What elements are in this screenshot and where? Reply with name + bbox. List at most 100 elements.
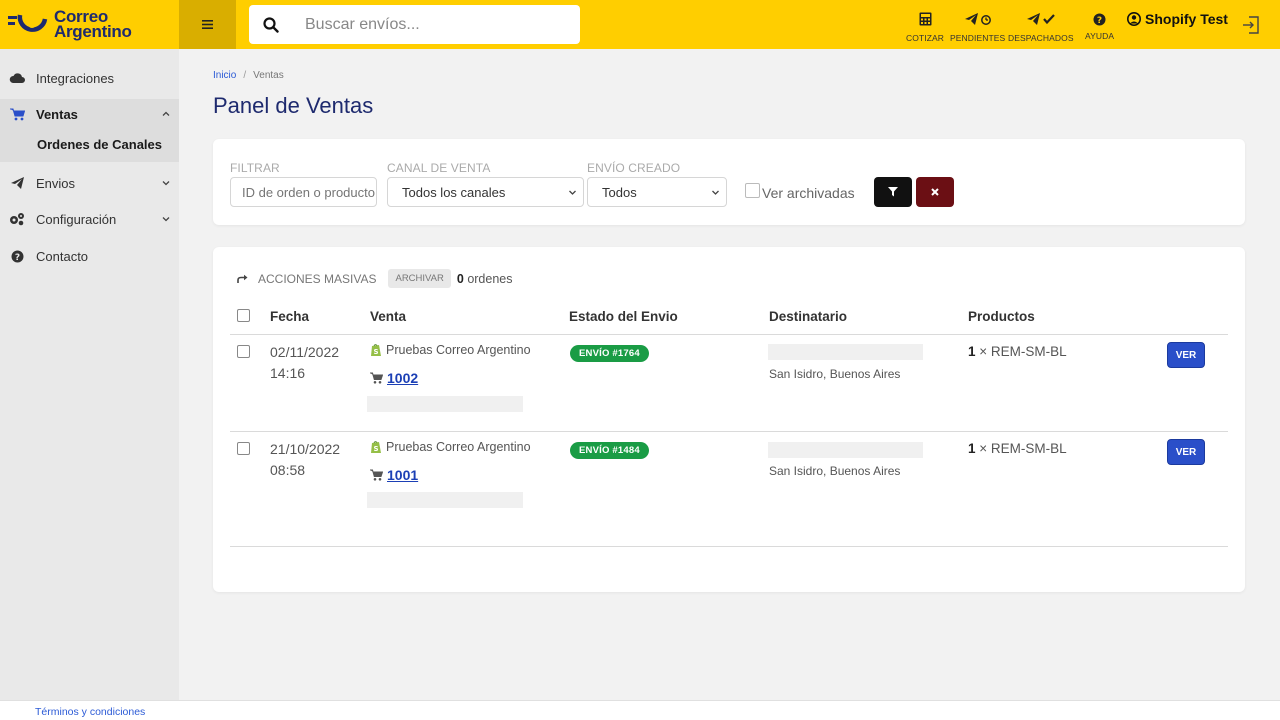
redacted-field xyxy=(367,396,523,412)
calculator-icon xyxy=(919,12,931,26)
sidebar-item-contacto[interactable]: ? Contacto xyxy=(0,241,179,271)
shipment-badge[interactable]: ENVÍO #1484 xyxy=(570,442,649,459)
paper-plane-clock-icon xyxy=(964,13,991,25)
cotizar-button[interactable]: COTIZAR xyxy=(906,10,944,43)
pendientes-button[interactable]: PENDIENTES xyxy=(950,10,1005,43)
row-store: S Pruebas Correo Argentino xyxy=(370,440,531,454)
redacted-field xyxy=(367,492,523,508)
chevron-up-icon xyxy=(162,111,170,116)
row-date-time: 08:58 xyxy=(270,462,306,478)
ayuda-button[interactable]: ? AYUDA xyxy=(1085,10,1114,41)
apply-filter-button[interactable] xyxy=(874,177,912,207)
sidebar: Integraciones Ventas Ordenes de Canales … xyxy=(0,49,179,700)
sidebar-item-ordenes-de-canales[interactable]: Ordenes de Canales xyxy=(0,129,179,162)
selected-count: 0 ordenes xyxy=(457,272,513,286)
row-product-qty: 1 xyxy=(968,344,976,359)
selected-count-suffix: ordenes xyxy=(467,271,513,286)
column-header-fecha[interactable]: Fecha xyxy=(270,309,309,324)
redacted-recipient xyxy=(768,344,923,360)
sidebar-item-label: Ventas xyxy=(36,106,78,122)
row-product-qty: 1 xyxy=(968,441,976,456)
header-divider xyxy=(230,334,1228,335)
row-destination: San Isidro, Buenos Aires xyxy=(769,367,901,381)
search-icon[interactable] xyxy=(263,16,279,33)
chevron-down-icon xyxy=(569,190,576,195)
column-header-productos[interactable]: Productos xyxy=(968,309,1035,324)
top-bar: Correo Argentino COTIZAR xyxy=(0,0,1280,49)
svg-text:?: ? xyxy=(14,253,19,263)
row-date-day: 21/10/2022 xyxy=(270,441,341,457)
svg-text:S: S xyxy=(373,445,378,453)
archived-checkbox-label: Ver archivadas xyxy=(762,185,855,201)
despachados-label: DESPACHADOS xyxy=(1008,33,1074,43)
sidebar-item-configuracion[interactable]: Configuración xyxy=(0,204,179,234)
archive-button[interactable]: ARCHIVAR xyxy=(388,269,451,288)
chevron-down-icon xyxy=(162,217,170,222)
order-link[interactable]: 1002 xyxy=(387,370,418,386)
row-date-time: 14:16 xyxy=(270,365,306,381)
sidebar-item-label: Integraciones xyxy=(36,70,115,86)
sidebar-item-envios[interactable]: Envios xyxy=(0,168,179,198)
correo-argentino-logo[interactable]: Correo Argentino xyxy=(8,6,132,42)
row-date-day: 02/11/2022 xyxy=(270,344,340,360)
logo-text: Correo Argentino xyxy=(54,8,132,40)
share-arrow-icon xyxy=(237,274,248,283)
hamburger-menu-button[interactable] xyxy=(179,0,236,49)
terms-link[interactable]: Términos y condiciones xyxy=(35,706,145,718)
chevron-down-icon xyxy=(162,181,170,186)
row-order: 1002 xyxy=(370,370,418,386)
column-header-venta[interactable]: Venta xyxy=(370,309,406,324)
breadcrumb-home-link[interactable]: Inicio xyxy=(213,70,236,81)
channel-select[interactable]: Todos los canales xyxy=(387,177,584,207)
hamburger-icon xyxy=(202,20,213,29)
channel-label: CANAL DE VENTA xyxy=(387,161,491,175)
logout-icon[interactable] xyxy=(1241,15,1261,35)
view-order-button[interactable]: VER xyxy=(1167,342,1205,368)
search-box xyxy=(249,5,580,44)
order-link[interactable]: 1001 xyxy=(387,467,418,483)
row-products: 1 × REM-SM-BL xyxy=(968,344,1067,359)
paper-plane-icon xyxy=(9,175,25,191)
redacted-recipient xyxy=(768,442,923,458)
despachados-button[interactable]: DESPACHADOS xyxy=(1008,10,1074,43)
clear-filter-button[interactable] xyxy=(916,177,954,207)
chevron-down-icon xyxy=(712,190,719,195)
order-search-input[interactable] xyxy=(230,177,377,207)
search-input[interactable] xyxy=(305,15,565,34)
shopify-icon: S xyxy=(371,441,381,453)
cotizar-label: COTIZAR xyxy=(906,33,945,43)
sidebar-item-label: Ordenes de Canales xyxy=(37,137,162,152)
close-icon xyxy=(931,188,939,196)
footer: Términos y condiciones xyxy=(0,700,1280,720)
cart-icon xyxy=(370,372,383,384)
sidebar-item-integraciones[interactable]: Integraciones xyxy=(0,63,179,93)
sidebar-item-label: Contacto xyxy=(36,248,89,264)
row-checkbox[interactable] xyxy=(237,442,250,455)
user-circle-icon xyxy=(1127,12,1141,26)
created-select-value: Todos xyxy=(602,184,637,200)
filter-label: FILTRAR xyxy=(230,161,280,175)
sidebar-item-ventas[interactable]: Ventas xyxy=(0,99,179,129)
shipment-badge[interactable]: ENVÍO #1764 xyxy=(570,345,649,362)
cart-icon xyxy=(370,469,383,481)
user-menu[interactable]: Shopify Test xyxy=(1127,11,1228,27)
row-product-name: × REM-SM-BL xyxy=(979,441,1067,456)
sidebar-item-label: Envios xyxy=(36,175,76,191)
select-all-checkbox[interactable] xyxy=(237,309,250,322)
breadcrumb-current: Ventas xyxy=(253,70,284,81)
ayuda-label: AYUDA xyxy=(1085,31,1115,41)
row-store-name: Pruebas Correo Argentino xyxy=(386,343,531,357)
breadcrumb-separator: / xyxy=(243,70,247,81)
column-header-estado[interactable]: Estado del Envio xyxy=(569,309,678,324)
row-checkbox[interactable] xyxy=(237,345,250,358)
view-order-button[interactable]: VER xyxy=(1167,439,1205,465)
gears-icon xyxy=(9,211,25,227)
created-select[interactable]: Todos xyxy=(587,177,727,207)
row-product-name: × REM-SM-BL xyxy=(979,344,1067,359)
row-products: 1 × REM-SM-BL xyxy=(968,441,1067,456)
filter-panel: FILTRAR CANAL DE VENTA Todos los canales… xyxy=(213,139,1245,225)
column-header-destinatario[interactable]: Destinatario xyxy=(769,309,847,324)
paper-plane-check-icon xyxy=(1026,13,1055,25)
question-circle-icon: ? xyxy=(9,248,25,264)
archived-checkbox[interactable] xyxy=(745,183,760,198)
